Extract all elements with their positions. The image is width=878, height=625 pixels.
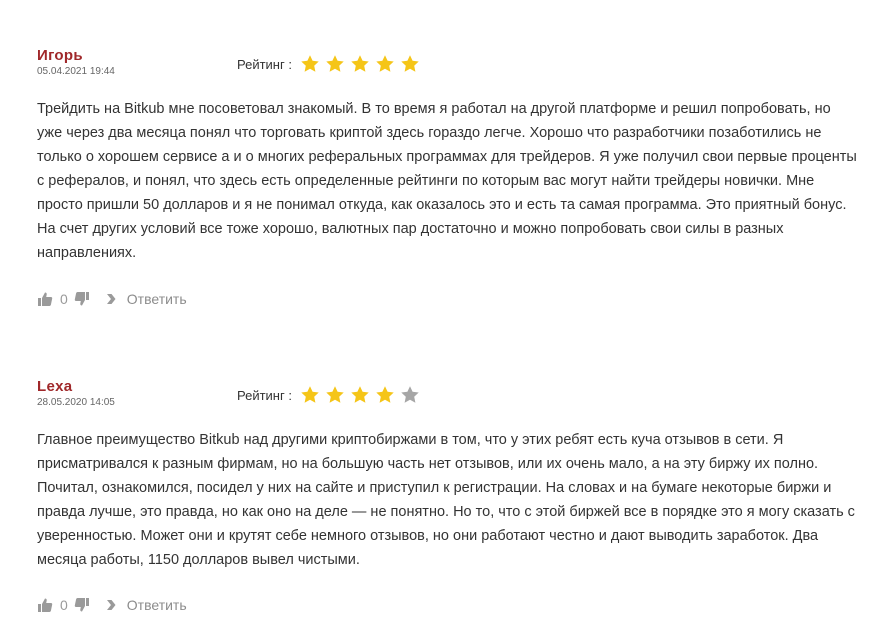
star-filled-icon (325, 385, 345, 405)
review-actions: 0 Ответить (37, 597, 187, 613)
star-filled-icon (325, 54, 345, 74)
review-author: Игорь (37, 47, 83, 64)
rating-label: Рейтинг : (237, 56, 292, 72)
like-count: 0 (60, 291, 68, 307)
like-button[interactable] (37, 291, 53, 307)
like-button[interactable] (37, 597, 53, 613)
star-empty-icon (400, 385, 420, 405)
reply-label: Ответить (126, 597, 187, 613)
review-text: Главное преимущество Bitkub над другими … (37, 432, 855, 568)
review-rating: Рейтинг : (237, 54, 425, 74)
review-text: Трейдить на Bitkub мне посоветовал знако… (37, 101, 857, 261)
rating-stars (300, 385, 425, 405)
rating-stars (300, 54, 425, 74)
reply-button[interactable]: Ответить (104, 597, 187, 613)
reply-arrow-icon (104, 291, 120, 307)
star-filled-icon (350, 54, 370, 74)
rating-label: Рейтинг : (237, 387, 292, 403)
reply-label: Ответить (126, 291, 187, 307)
star-filled-icon (350, 385, 370, 405)
reply-button[interactable]: Ответить (104, 291, 187, 307)
thumbs-down-icon (74, 291, 90, 307)
star-filled-icon (375, 54, 395, 74)
star-filled-icon (300, 385, 320, 405)
reply-arrow-icon (104, 597, 120, 613)
star-filled-icon (300, 54, 320, 74)
review-actions: 0 Ответить (37, 291, 187, 307)
star-filled-icon (375, 385, 395, 405)
like-count: 0 (60, 597, 68, 613)
review-rating: Рейтинг : (237, 385, 425, 405)
star-filled-icon (400, 54, 420, 74)
review-date: 05.04.2021 19:44 (37, 66, 115, 77)
thumbs-up-icon (37, 597, 53, 613)
thumbs-up-icon (37, 291, 53, 307)
thumbs-down-icon (74, 597, 90, 613)
dislike-button[interactable] (74, 597, 90, 613)
review-author: Lexa (37, 378, 73, 395)
dislike-button[interactable] (74, 291, 90, 307)
review-date: 28.05.2020 14:05 (37, 397, 115, 408)
